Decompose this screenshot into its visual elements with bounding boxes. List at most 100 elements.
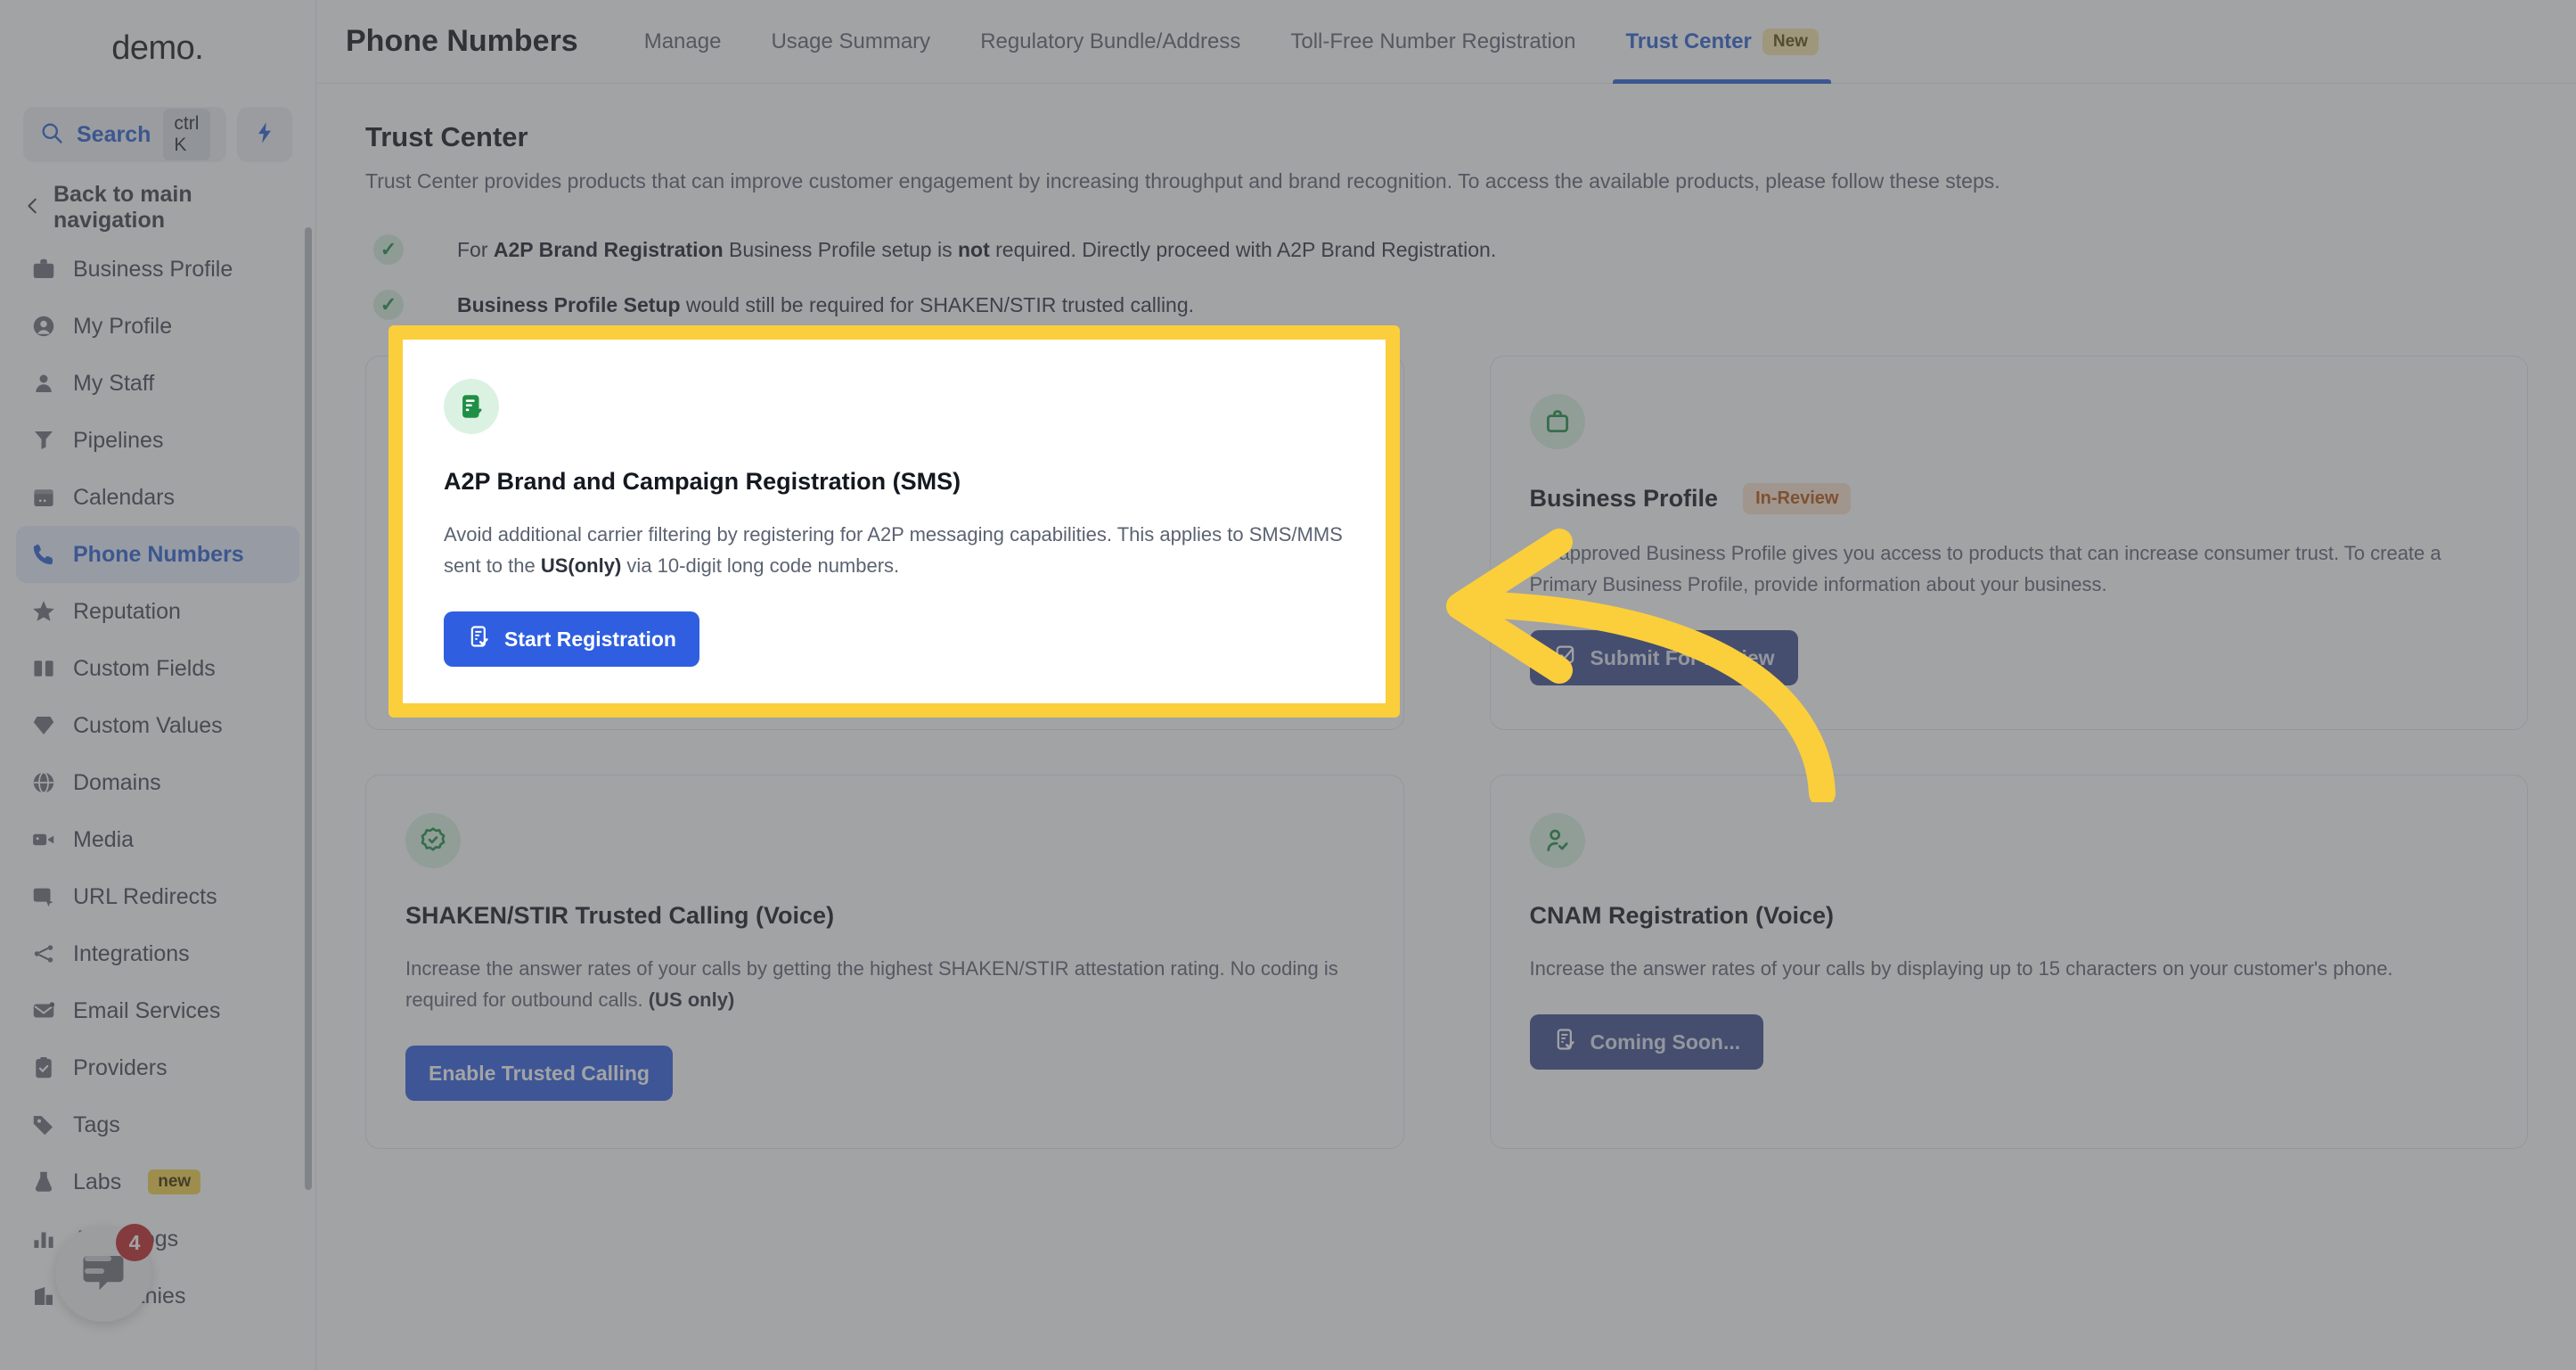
sidebar-item-label: Integrations: [73, 940, 190, 966]
sidebar-item-label: Domains: [73, 769, 161, 795]
tab-trust-center[interactable]: Trust Center New: [1600, 0, 1843, 84]
bar-chart-icon: [30, 1226, 57, 1252]
sidebar-item-email-services[interactable]: Email Services: [16, 982, 299, 1039]
tab-bar: Manage Usage Summary Regulatory Bundle/Add…: [619, 0, 1844, 84]
card-header: SHAKEN/STIR Trusted Calling (Voice): [405, 902, 1364, 930]
document-check-icon: [1553, 1027, 1578, 1057]
sidebar-item-label: Calendars: [73, 484, 175, 510]
sidebar-item-media[interactable]: Media: [16, 811, 299, 868]
sidebar-item-calendars[interactable]: Calendars: [16, 469, 299, 526]
sidebar-item-badge: new: [148, 1169, 201, 1194]
search-icon: [39, 120, 64, 150]
card-description: Increase the answer rates of your calls …: [1529, 957, 2393, 980]
checkbox-icon: [1553, 643, 1578, 673]
clipboard-check-icon: [30, 1054, 57, 1081]
tab-usage-summary[interactable]: Usage Summary: [746, 0, 955, 84]
sidebar-item-label: My Staff: [73, 370, 155, 396]
sidebar-item-phone-numbers[interactable]: Phone Numbers: [16, 526, 299, 583]
phone-icon: [30, 541, 57, 568]
user-icon: [30, 370, 57, 397]
calendar-icon: [30, 484, 57, 511]
building-icon: [30, 1283, 57, 1309]
sidebar-item-custom-values[interactable]: Custom Values: [16, 697, 299, 754]
chat-widget-button[interactable]: 4: [55, 1224, 153, 1322]
sidebar-item-label: Email Services: [73, 997, 221, 1023]
gem-icon: [30, 712, 57, 739]
card-cnam[interactable]: CNAM Registration (Voice) Increase the an…: [1489, 775, 2528, 1149]
sidebar-item-business-profile[interactable]: Business Profile: [16, 241, 299, 298]
card-title: SHAKEN/STIR Trusted Calling (Voice): [405, 902, 835, 929]
sidebar-item-tags[interactable]: Tags: [16, 1096, 299, 1153]
sidebar-item-my-staff[interactable]: My Staff: [16, 355, 299, 412]
sidebar-item-label: Business Profile: [73, 256, 233, 282]
sidebar-item-label: Reputation: [73, 598, 181, 624]
brand-logo[interactable]: demo.: [0, 0, 315, 96]
sidebar-item-label: Providers: [73, 1054, 168, 1080]
card-action-label: Submit For Review: [1590, 645, 1775, 669]
card-action-button[interactable]: Start Registration: [444, 611, 699, 668]
highlighted-a2p-card[interactable]: A2P Brand and Campaign Registration (SMS…: [388, 325, 1400, 718]
card-action-button[interactable]: Enable Trusted Calling: [405, 1046, 673, 1102]
card-business-profile[interactable]: Business Profile In-Review An approved Bus…: [1489, 356, 2528, 730]
card-description: Avoid additional carrier filtering by re…: [444, 523, 1343, 578]
section-title: Trust Center: [365, 121, 528, 152]
card-shaken-stir[interactable]: SHAKEN/STIR Trusted Calling (Voice) Incre…: [365, 775, 1404, 1149]
tab-manage[interactable]: Manage: [619, 0, 747, 84]
sidebar-item-reputation[interactable]: Reputation: [16, 583, 299, 640]
sidebar-scrollbar[interactable]: [305, 227, 312, 1190]
tab-label: Manage: [643, 29, 722, 53]
card-icon-badge-check-icon: [405, 813, 461, 868]
card-action-label: Enable Trusted Calling: [429, 1061, 650, 1085]
tab-label: Regulatory Bundle/Address: [980, 29, 1241, 53]
sidebar-item-label: URL Redirects: [73, 883, 217, 909]
tab-toll-free-number-registration[interactable]: Toll-Free Number Registration: [1265, 0, 1600, 84]
search-shortcut: ctrl K: [163, 109, 210, 160]
brand-name: demo: [111, 29, 195, 67]
card-title: CNAM Registration (Voice): [1529, 902, 1835, 929]
app-root: demo. Search ctrl K Back to main navigat…: [0, 0, 2576, 1370]
back-nav-label: Back to main navigation: [53, 182, 192, 233]
top-bar: Phone Numbers Manage Usage Summary Regulat…: [317, 0, 2576, 84]
check-icon: ✓: [373, 234, 404, 265]
user-circle-icon: [30, 313, 57, 340]
sidebar-item-label: Media: [73, 826, 135, 852]
lightning-bolt-icon: [252, 120, 277, 150]
check-icon: ✓: [373, 290, 404, 320]
sidebar-item-label: Pipelines: [73, 427, 164, 453]
document-check-icon: [467, 624, 492, 654]
tab-label: Trust Center: [1625, 29, 1752, 53]
card-header: Business Profile In-Review: [1530, 483, 2489, 514]
card-action-button[interactable]: Coming Soon...: [1529, 1014, 1764, 1071]
columns-icon: [30, 655, 57, 682]
back-to-main-navigation[interactable]: Back to main navigation: [0, 175, 315, 241]
status-badge: In-Review: [1743, 483, 1852, 514]
sidebar-item-domains[interactable]: Domains: [16, 754, 299, 811]
video-camera-icon: [30, 826, 57, 853]
card-a2p-highlighted[interactable]: A2P Brand and Campaign Registration (SMS…: [403, 340, 1386, 703]
sidebar-item-labs[interactable]: Labs new: [16, 1153, 299, 1210]
card-description: An approved Business Profile gives you a…: [1529, 542, 2441, 596]
flask-icon: [30, 1169, 57, 1195]
briefcase-icon: [30, 256, 57, 283]
sidebar-item-url-redirects[interactable]: URL Redirects: [16, 868, 299, 925]
chevron-left-icon: [23, 196, 43, 220]
card-icon-document-check-icon: [444, 379, 499, 434]
chat-unread-badge: 4: [116, 1224, 153, 1261]
card-action-button[interactable]: Submit For Review: [1529, 630, 1798, 686]
card-title: Business Profile: [1529, 485, 1719, 512]
sidebar-item-integrations[interactable]: Integrations: [16, 925, 299, 982]
sidebar-item-pipelines[interactable]: Pipelines: [16, 412, 299, 469]
card-header: CNAM Registration (Voice): [1530, 902, 2489, 930]
card-action-label: Start Registration: [504, 627, 676, 651]
card-icon-briefcase-icon: [1529, 394, 1585, 449]
sidebar-item-label: Custom Values: [73, 712, 223, 738]
sidebar-item-providers[interactable]: Providers: [16, 1039, 299, 1096]
quick-actions-button[interactable]: [237, 107, 292, 162]
sidebar-item-label: Labs: [73, 1169, 122, 1194]
sidebar: demo. Search ctrl K Back to main navigat…: [0, 0, 316, 1370]
sidebar-item-my-profile[interactable]: My Profile: [16, 298, 299, 355]
search-input[interactable]: Search ctrl K: [23, 107, 226, 162]
sidebar-item-custom-fields[interactable]: Custom Fields: [16, 640, 299, 697]
tab-regulatory-bundle-address[interactable]: Regulatory Bundle/Address: [955, 0, 1265, 84]
sidebar-item-label: Custom Fields: [73, 655, 216, 681]
